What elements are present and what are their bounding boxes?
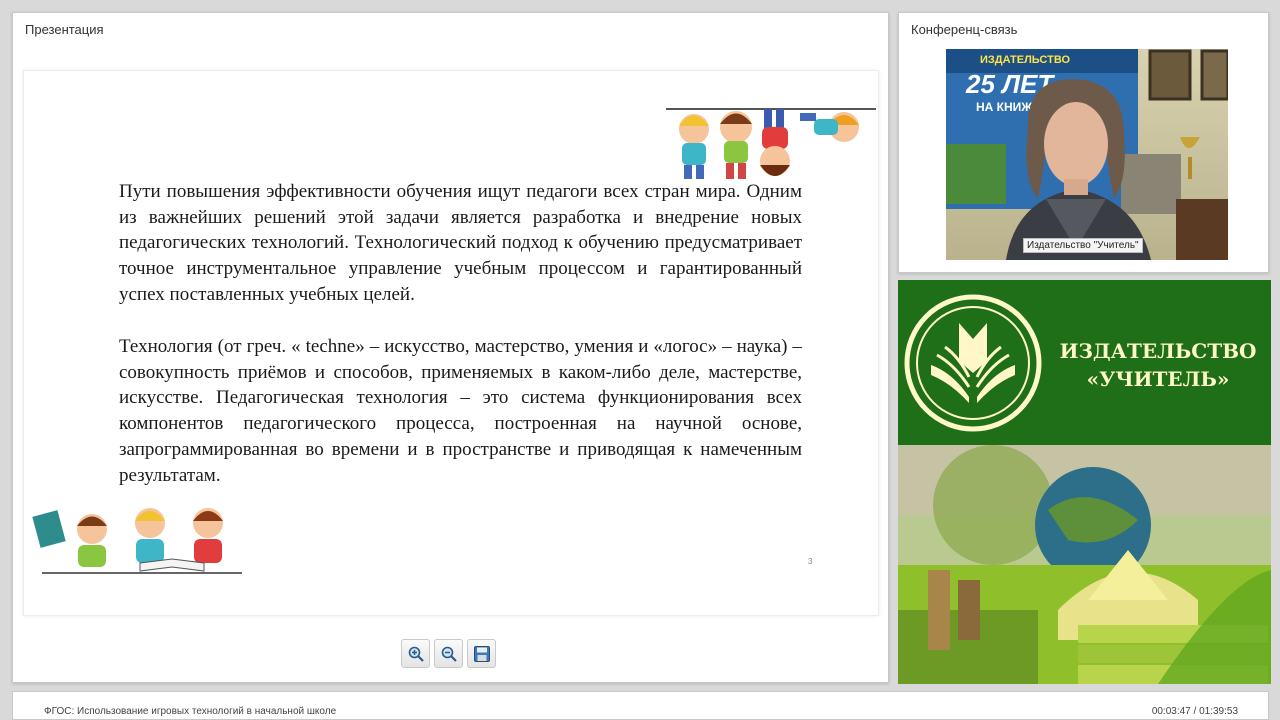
conference-panel: Конференц-связь ИЗДАТЕЛЬСТВО 25 ЛЕТ НА К… [898,12,1269,273]
zoom-out-button[interactable] [434,639,463,668]
publisher-banner: ИЗДАТЕЛЬСТВО «УЧИТЕЛЬ» [898,280,1271,684]
zoom-in-icon [408,646,424,662]
video-feed[interactable]: ИЗДАТЕЛЬСТВО 25 ЛЕТ НА КНИЖН Издательств… [946,49,1228,260]
slide-paragraph-1: Пути повышения эффективности обучения ищ… [119,181,802,305]
presentation-toolbar [401,639,496,668]
status-bar: ФГОС: Использование игровых технологий в… [12,691,1269,720]
conference-title: Конференц-связь [911,22,1018,37]
slide-page-number: 3 [808,557,813,566]
speaker-video-image: ИЗДАТЕЛЬСТВО 25 ЛЕТ НА КНИЖН [946,49,1228,260]
hanging-children-illustration [666,108,876,179]
presentation-panel: Презентация Пути повышения эффективности… [12,12,889,683]
zoom-in-button[interactable] [401,639,430,668]
backdrop-text-1: ИЗДАТЕЛЬСТВО [980,54,1070,66]
publisher-name: ИЗДАТЕЛЬСТВО «УЧИТЕЛЬ» [1058,337,1258,393]
zoom-out-icon [441,646,457,662]
save-button[interactable] [467,639,496,668]
presentation-title: Презентация [25,22,104,37]
publisher-name-line-1: ИЗДАТЕЛЬСТВО [1059,339,1257,363]
publisher-logo-icon [904,294,1042,432]
video-caption: Издательство "Учитель" [1023,238,1143,253]
save-icon [473,645,490,662]
slide-paragraph-2: Технология (от греч. « techne» – искусст… [119,336,802,486]
playback-time: 00:03:47 / 01:39:53 [1151,706,1238,717]
reading-children-illustration [32,508,242,574]
webinar-title: ФГОС: Использование игровых технологий в… [44,706,337,717]
presentation-slide: Пути повышения эффективности обучения ищ… [23,70,879,616]
publisher-name-line-2: «УЧИТЕЛЬ» [1086,367,1230,391]
